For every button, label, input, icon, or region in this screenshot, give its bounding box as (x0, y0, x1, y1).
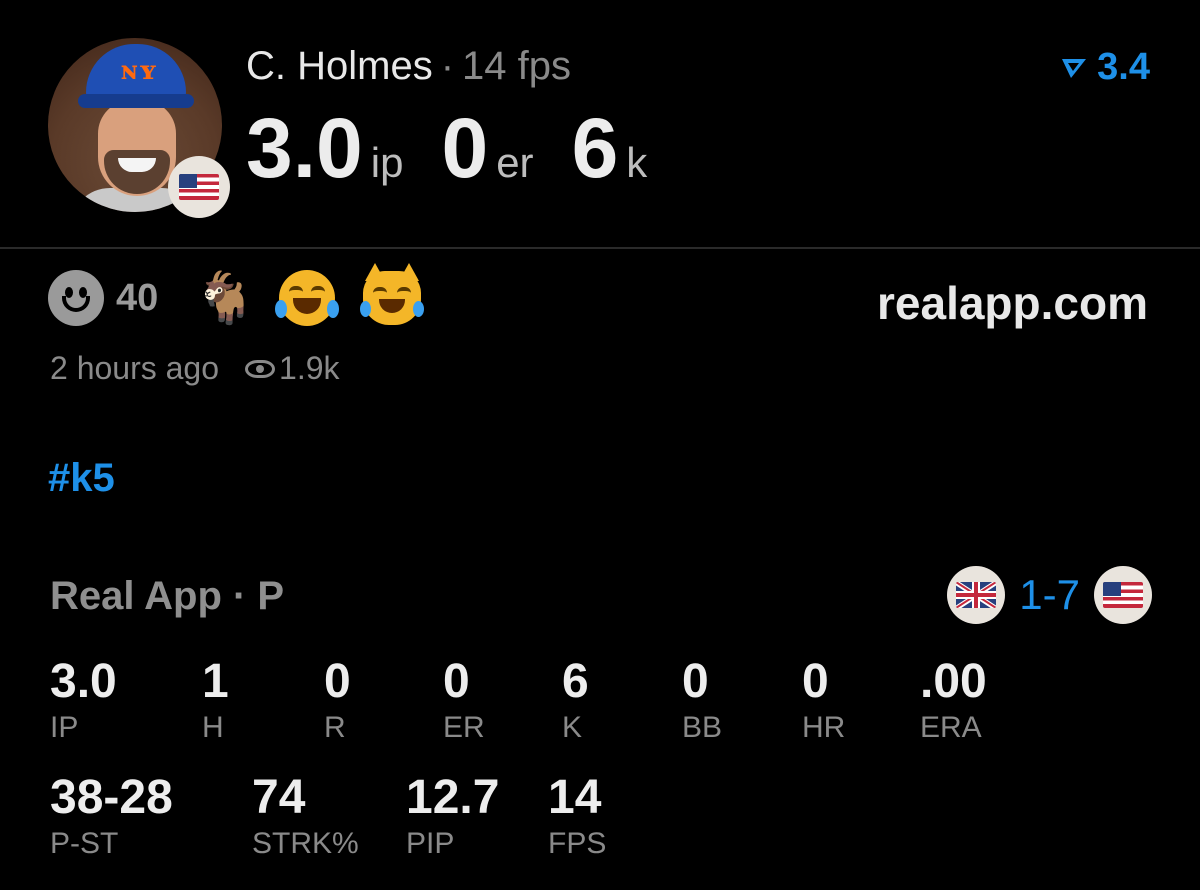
fps-text: 14 fps (462, 44, 571, 88)
ip-value: 3.0 (246, 101, 363, 195)
game-title: Real App · P (50, 574, 285, 618)
separator: · (440, 44, 455, 88)
us-flag-icon (179, 174, 219, 200)
stat-p-st: 38-28 P-ST (50, 771, 173, 860)
rating-badge[interactable]: 3.4 (1059, 46, 1150, 89)
headline-stats: 3.0 ip 0 er 6k (246, 100, 685, 197)
rating-arrow-icon (1062, 58, 1087, 78)
er-value: 0 (441, 101, 489, 195)
player-line: C. Holmes · 14 fps (246, 44, 571, 89)
home-flag-badge (1094, 566, 1152, 624)
stat-r: 0R (324, 655, 351, 744)
post-meta: 2 hours ago 1.9k (50, 350, 340, 387)
smile-reaction-icon[interactable] (48, 270, 104, 326)
stat-k: 6K (562, 655, 589, 744)
goat-icon[interactable]: 🐐 (194, 273, 256, 323)
stat-pip: 12.7 PIP (406, 771, 500, 860)
player-name[interactable]: C. Holmes (246, 44, 433, 88)
team-logo-icon: ɴʏ (120, 56, 158, 86)
hashtag-link[interactable]: #k5 (48, 456, 115, 501)
cat-tears-of-joy-icon[interactable] (359, 263, 424, 325)
game-score: 1-7 (1019, 571, 1080, 618)
reactions-row: 40 🐐 (48, 263, 424, 326)
stat-bb: 0 BB (682, 655, 723, 744)
stat-h: 1H (202, 655, 229, 744)
uk-flag-icon (956, 582, 997, 608)
tears-of-joy-icon[interactable] (274, 270, 339, 326)
avatar-cap-brim (78, 94, 194, 108)
k-value: 6 (571, 101, 619, 195)
header-divider (0, 247, 1200, 249)
rating-value: 3.4 (1097, 46, 1150, 88)
er-unit: er (496, 139, 534, 186)
away-flag-badge (947, 566, 1006, 624)
ip-unit: ip (370, 139, 404, 186)
site-link[interactable]: realapp.com (877, 276, 1148, 330)
player-flag-badge (168, 156, 230, 218)
stats-secondary: 38-28 P-ST 74 STRK% 12.7 PIP 14 FPS (0, 770, 1200, 870)
stats-primary: 3.0 IP 1H 0R 0 ER 6K 0 BB 0 HR .00 ERA (0, 654, 1200, 754)
stat-hr: 0 HR (802, 655, 846, 744)
time-ago: 2 hours ago (50, 350, 220, 386)
stat-era: .00 ERA (920, 655, 987, 744)
stat-strk: 74 STRK% (252, 771, 359, 860)
stat-er: 0 ER (443, 655, 485, 744)
k-unit: k (626, 139, 648, 186)
stat-fps: 14 FPS (548, 771, 607, 860)
matchup[interactable]: 1-7 (947, 566, 1152, 624)
us-flag-icon (1103, 582, 1143, 608)
stat-ip: 3.0 IP (50, 655, 117, 744)
view-count: 1.9k (279, 350, 340, 386)
reaction-count: 40 (116, 276, 159, 319)
eye-icon (245, 359, 276, 378)
